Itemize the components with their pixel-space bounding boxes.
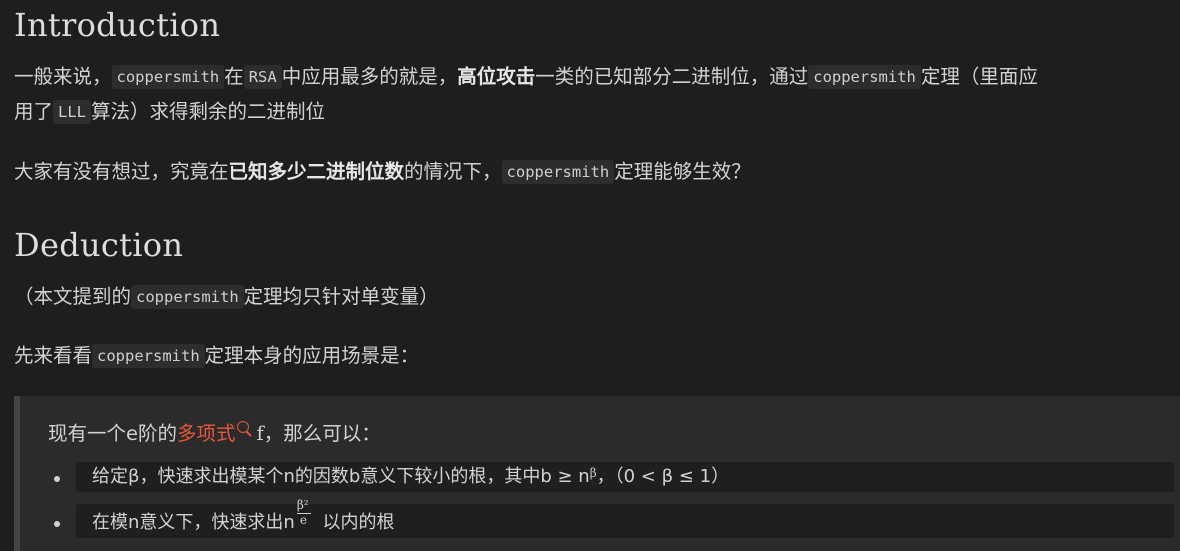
text: 算法）求得剩余的二进制位 bbox=[91, 100, 326, 123]
text: 定理均只针对单变量） bbox=[243, 285, 439, 308]
text: 定理本身的应用场景是： bbox=[204, 344, 420, 367]
text: 现有一个e阶的 bbox=[48, 422, 177, 445]
paragraph-intro-2: 大家有没有想过，究竟在已知多少二进制位数的情况下， coppersmith 定理能够… bbox=[14, 156, 751, 189]
heading-introduction: Introduction bbox=[14, 6, 221, 44]
inline-code: RSA bbox=[243, 65, 282, 89]
bullet-dot bbox=[54, 476, 60, 482]
text: 一般来说， bbox=[14, 65, 112, 88]
text: 大家有没有想过，究竟在 bbox=[14, 160, 229, 183]
paragraph-deduction-1: （本文提到的 coppersmith 定理均只针对单变量） bbox=[14, 281, 439, 314]
inline-code: coppersmith bbox=[131, 285, 244, 309]
superscript-beta: β bbox=[589, 466, 597, 480]
polynomial-link[interactable]: 多项式 bbox=[177, 422, 236, 445]
inline-code: coppersmith bbox=[111, 65, 225, 89]
text: 的情况下， bbox=[404, 160, 502, 183]
inline-code: coppersmith bbox=[501, 160, 615, 184]
inline-code: coppersmith bbox=[92, 344, 205, 368]
bullet-dot bbox=[54, 521, 60, 527]
text: ，（0 < β ≤ 1） bbox=[596, 466, 730, 487]
quote-line: 现有一个e阶的多项式 f，那么可以： bbox=[48, 418, 381, 450]
text: ，那么可以： bbox=[263, 422, 381, 445]
search-icon[interactable] bbox=[236, 421, 249, 433]
bold-text: 高位攻击 bbox=[457, 65, 536, 88]
text: 在模n意义下，快速求出n bbox=[92, 512, 295, 533]
text: 用了 bbox=[14, 100, 54, 123]
math-f: f bbox=[256, 422, 264, 445]
text: 定理能够生效？ bbox=[614, 160, 751, 183]
fraction-exponent: β² e bbox=[295, 498, 317, 534]
text: 给定β，快速求出模某个n的因数b意义下较小的根，其中b ≥ n bbox=[92, 466, 590, 487]
text: 以内的根 bbox=[316, 512, 395, 533]
paragraph-intro-1: 一般来说， coppersmith 在 RSA 中应用最多的就是，高位攻击一类的已知部分… bbox=[14, 61, 1038, 94]
blockquote: 现有一个e阶的多项式 f，那么可以： 给定β，快速求出模某个n的因数b意义下较小的… bbox=[14, 396, 1180, 551]
text: 一类的已知部分二进制位，通过 bbox=[535, 65, 809, 88]
text: 先来看看 bbox=[14, 344, 93, 367]
paragraph-deduction-2: 先来看看 coppersmith 定理本身的应用场景是： bbox=[14, 340, 419, 373]
list-item-text: 给定β，快速求出模某个n的因数b意义下较小的根，其中b ≥ nβ，（0 < β … bbox=[92, 462, 729, 493]
fraction-denominator: e bbox=[299, 513, 307, 527]
inline-code: LLL bbox=[53, 100, 92, 124]
fraction-numerator: β² bbox=[296, 498, 309, 512]
text: 在 bbox=[224, 65, 244, 88]
paragraph-intro-1-cont: 用了 LLL 算法）求得剩余的二进制位 bbox=[14, 96, 325, 129]
text: 定理（里面应 bbox=[920, 65, 1038, 88]
inline-code: coppersmith bbox=[808, 65, 921, 89]
list-item: 给定β，快速求出模某个n的因数b意义下较小的根，其中b ≥ nβ，（0 < β … bbox=[76, 462, 1174, 492]
bold-text: 已知多少二进制位数 bbox=[228, 160, 405, 183]
list-item: 在模n意义下，快速求出n β² e 以内的根 bbox=[76, 498, 1174, 538]
text: （本文提到的 bbox=[14, 285, 132, 308]
heading-deduction: Deduction bbox=[14, 226, 184, 264]
list-item-text: 在模n意义下，快速求出n β² e 以内的根 bbox=[92, 498, 395, 542]
text: 中应用最多的就是， bbox=[281, 65, 458, 88]
